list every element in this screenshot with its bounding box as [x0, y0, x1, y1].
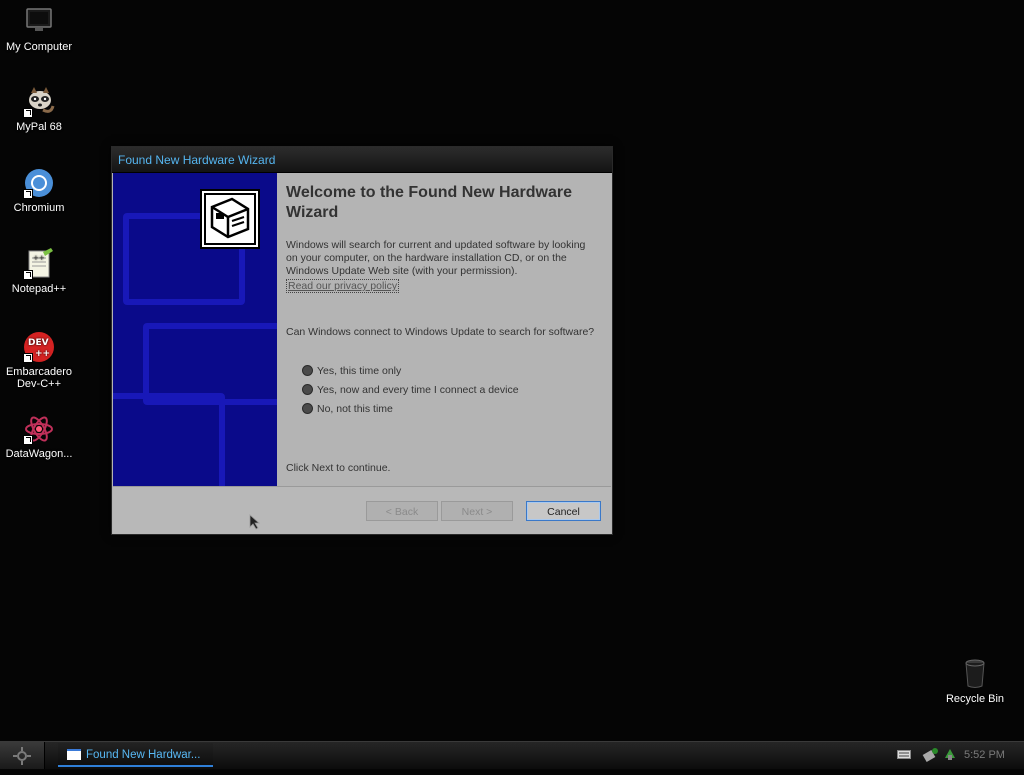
taskbar: Found New Hardwar... 5:52 PM	[0, 741, 1024, 769]
datawagon-atom-icon	[23, 413, 55, 445]
desktop-icon-notepadpp[interactable]: ++ Notepad++	[0, 248, 79, 295]
desktop-icon-label: Chromium	[13, 202, 65, 214]
desktop-icon-datawagon[interactable]: DataWagon...	[0, 413, 79, 460]
radio-button[interactable]	[302, 403, 313, 414]
desktop-icon-label: Notepad++	[11, 283, 67, 295]
option-label: No, not this time	[317, 403, 393, 415]
wizard-heading: Welcome to the Found New Hardware Wizard	[286, 184, 572, 221]
mypal-raccoon-icon	[23, 86, 55, 118]
desktop-icon-devcpp[interactable]: DEV ++ Embarcadero Dev-C++	[0, 331, 79, 390]
privacy-policy-link[interactable]: Read our privacy policy	[286, 279, 400, 293]
shortcut-arrow-icon	[23, 189, 33, 199]
found-new-hardware-wizard: Found New Hardware Wizard Welcome to the…	[111, 146, 613, 535]
next-button[interactable]: Next >	[441, 501, 513, 521]
desktop-icon-label: My Computer	[5, 41, 73, 53]
taskbar-clock[interactable]: 5:52 PM	[964, 742, 1005, 769]
desktop-icon-chromium[interactable]: Chromium	[0, 167, 79, 214]
hardware-device-icon	[200, 189, 260, 249]
taskbar-item-label: Found New Hardwar...	[86, 749, 201, 761]
wizard-intro-text: Windows will search for current and upda…	[286, 239, 586, 277]
wizard-content: Welcome to the Found New Hardware Wizard…	[286, 173, 606, 486]
svg-text:++: ++	[35, 349, 50, 359]
wizard-button-bar: < Back Next > Cancel	[113, 486, 611, 534]
continue-instruction: Click Next to continue.	[286, 462, 391, 474]
monitor-icon	[23, 6, 55, 38]
devcpp-icon: DEV ++	[23, 331, 55, 363]
window-titlebar[interactable]: Found New Hardware Wizard	[112, 147, 612, 173]
option-yes-every-time[interactable]: Yes, now and every time I connect a devi…	[302, 383, 519, 397]
shortcut-arrow-icon	[23, 270, 33, 280]
desktop-icon-label: Embarcadero Dev-C++	[5, 366, 73, 390]
shortcut-arrow-icon	[23, 353, 33, 363]
window-icon	[67, 749, 81, 760]
radio-button[interactable]	[302, 384, 313, 395]
window-title: Found New Hardware Wizard	[118, 153, 276, 167]
taskbar-item-wizard[interactable]: Found New Hardwar...	[58, 743, 213, 767]
shortcut-arrow-icon	[23, 108, 33, 118]
wizard-side-banner	[113, 173, 277, 486]
wizard-question-text: Can Windows connect to Windows Update to…	[286, 326, 595, 338]
keyboard-icon[interactable]	[897, 748, 911, 760]
banner-decoration	[113, 393, 225, 486]
notepadpp-icon: ++	[23, 248, 55, 280]
option-label: Yes, this time only	[317, 365, 402, 377]
desktop-icon-recycle-bin[interactable]: Recycle Bin	[935, 658, 1015, 705]
back-button[interactable]: < Back	[366, 501, 438, 521]
option-label: Yes, now and every time I connect a devi…	[317, 384, 519, 396]
network-icon[interactable]	[942, 746, 958, 762]
desktop-icon-label: DataWagon...	[5, 448, 73, 460]
recycle-bin-icon	[959, 658, 991, 690]
radio-button[interactable]	[302, 365, 313, 376]
start-gear-icon	[13, 747, 31, 765]
start-button[interactable]	[0, 742, 45, 769]
cancel-button[interactable]: Cancel	[526, 501, 601, 521]
mouse-cursor-icon	[249, 514, 261, 530]
svg-text:++: ++	[33, 254, 45, 262]
chromium-icon	[23, 167, 55, 199]
safely-remove-hardware-icon[interactable]	[922, 746, 940, 762]
desktop-icon-mypal[interactable]: MyPal 68	[0, 86, 79, 133]
svg-text:DEV: DEV	[28, 338, 49, 348]
shortcut-arrow-icon	[23, 435, 33, 445]
desktop-icon-label: MyPal 68	[16, 121, 62, 133]
option-yes-this-time[interactable]: Yes, this time only	[302, 364, 401, 378]
option-no-not-this-time[interactable]: No, not this time	[302, 402, 393, 416]
desktop-icon-label: Recycle Bin	[945, 693, 1005, 705]
desktop-icon-my-computer[interactable]: My Computer	[0, 6, 79, 53]
